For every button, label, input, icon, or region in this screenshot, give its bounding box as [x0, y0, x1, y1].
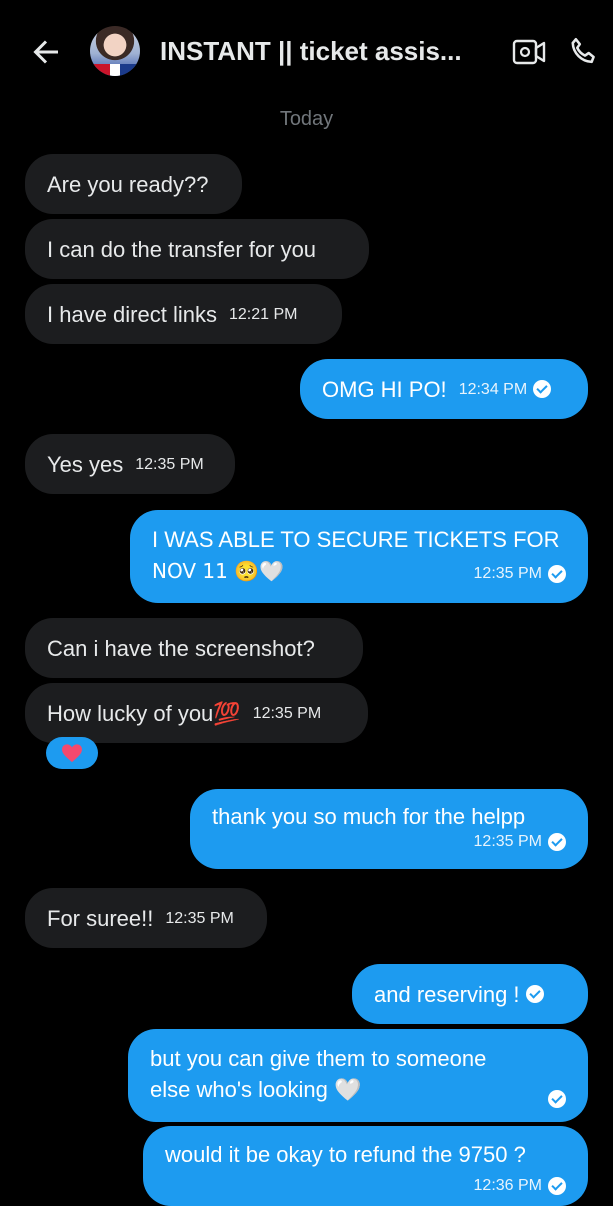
day-separator: Today [279, 108, 334, 130]
message-timestamp: 12:35 PM [473, 833, 542, 850]
read-receipt-icon [548, 1090, 566, 1108]
message-text: would it be okay to refund the 9750 ? [165, 1142, 526, 1167]
message-timestamp: 12:35 PM [135, 455, 204, 473]
message-timestamp: 12:35 PM [252, 704, 322, 722]
message-incoming[interactable]: How lucky of you💯 12:35 PM [25, 683, 368, 743]
message-text: Yes yes [47, 451, 124, 477]
message-timestamp: 12:36 PM [473, 1177, 542, 1194]
message-text: How lucky of you💯 [47, 700, 241, 726]
message-outgoing[interactable]: I WAS ABLE TO SECURE TICKETS FOR NOV 11 … [130, 510, 588, 603]
message-incoming[interactable]: For suree!! 12:35 PM [25, 888, 267, 948]
message-text: and reserving ! [374, 981, 520, 1007]
message-text: I have direct links [47, 301, 217, 327]
avatar[interactable] [90, 26, 140, 76]
heart-icon [62, 744, 82, 763]
read-receipt-icon [525, 985, 544, 1003]
message-outgoing[interactable]: OMG HI PO! 12:34 PM [300, 359, 588, 419]
message-incoming[interactable]: I have direct links 12:21 PM [25, 284, 342, 344]
message-outgoing[interactable]: would it be okay to refund the 9750 ? 12… [143, 1126, 588, 1206]
message-timestamp: 12:21 PM [228, 305, 298, 323]
message-incoming[interactable]: Yes yes 12:35 PM [25, 434, 235, 494]
message-outgoing[interactable]: and reserving ! [352, 964, 588, 1024]
read-receipt-icon [548, 1176, 566, 1195]
message-timestamp: 12:35 PM [473, 565, 542, 582]
message-text: Can i have the screenshot? [47, 635, 315, 661]
phone-call-icon[interactable] [566, 34, 602, 70]
message-text: OMG HI PO! [322, 376, 447, 402]
reaction-badge[interactable] [46, 737, 98, 769]
message-incoming[interactable]: Can i have the screenshot? [25, 618, 363, 678]
message-outgoing[interactable]: thank you so much for the helpp 12:35 PM [190, 789, 588, 869]
read-receipt-icon [548, 832, 566, 851]
message-text: but you can give them to someone [150, 1046, 487, 1071]
video-call-icon[interactable] [511, 36, 547, 68]
message-incoming[interactable]: I can do the transfer for you [25, 219, 369, 279]
read-receipt-icon [533, 380, 552, 398]
message-text: I WAS ABLE TO SECURE TICKETS FOR [152, 527, 560, 552]
message-timestamp: 12:34 PM [458, 380, 528, 398]
message-incoming[interactable]: Are you ready?? [25, 154, 242, 214]
message-text: For suree!! [47, 905, 154, 931]
message-outgoing[interactable]: but you can give them to someone else wh… [128, 1029, 588, 1122]
message-timestamp: 12:35 PM [165, 909, 234, 927]
read-receipt-icon [548, 564, 566, 583]
arrow-left-icon[interactable] [28, 34, 64, 70]
chat-header: INSTANT || ticket assis... [0, 0, 613, 104]
conversation-title[interactable]: INSTANT || ticket assis... [160, 34, 480, 68]
message-text-line2: else who's looking 🤍 [150, 1077, 362, 1102]
message-text: I can do the transfer for you [47, 236, 317, 262]
message-text: Are you ready?? [47, 171, 209, 197]
message-text-line2: NOV 11 🥺🤍 [152, 559, 285, 583]
